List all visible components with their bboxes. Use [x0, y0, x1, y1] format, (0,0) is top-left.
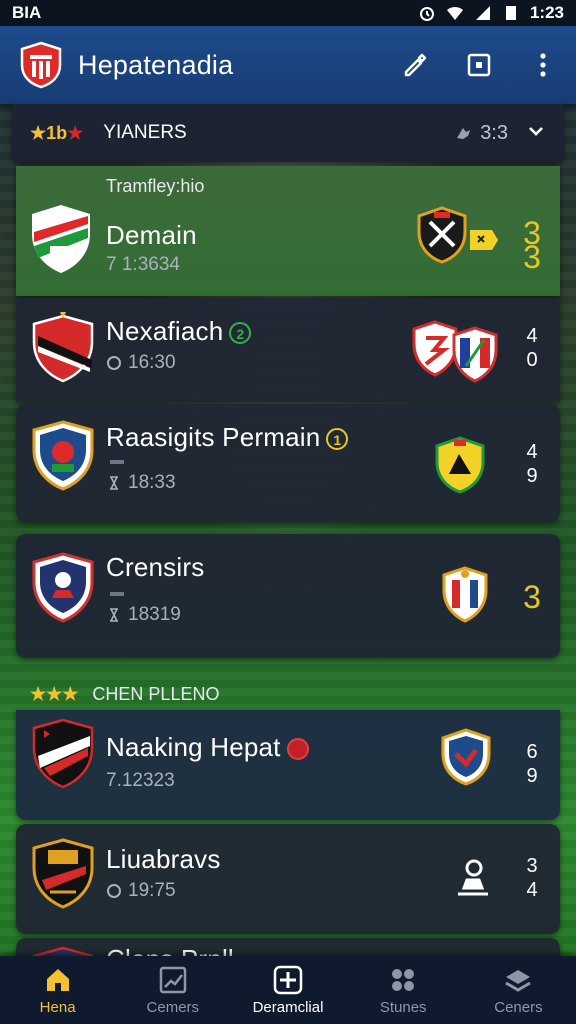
section-label: Tramfley:hio	[106, 176, 205, 196]
team-crest-icon	[32, 312, 94, 383]
trophy-icon	[458, 859, 488, 896]
wifi-icon	[446, 6, 463, 20]
grid-icon	[392, 968, 415, 991]
team-name: Demain	[106, 220, 197, 250]
status-carrier: BIA	[12, 3, 42, 22]
plus-icon	[273, 965, 303, 994]
alarm-icon	[419, 7, 434, 21]
filter-label: YIANERS	[103, 122, 187, 143]
nav-add[interactable]: Deramclial	[230, 956, 345, 1024]
match-card[interactable]: Liuabravs 19:75 3 4	[16, 824, 560, 934]
score-top: 4	[526, 325, 538, 347]
team-crest-icon	[32, 552, 94, 623]
match-card[interactable]: Tramfley:hio Demain 7 1:3634 3 3	[16, 166, 560, 296]
team-crest-icon	[32, 718, 94, 789]
filter-count: 3:3	[454, 122, 508, 145]
battery-icon	[505, 6, 516, 20]
filter-stars: ★1b★	[30, 122, 84, 143]
square-action-icon[interactable]	[464, 50, 494, 80]
team-name: Nexafiach 2	[106, 316, 252, 347]
app-title: Hepatenadia	[78, 49, 234, 80]
match-time: 18319	[106, 604, 181, 626]
team-name: Liuabravs	[106, 844, 221, 874]
nav-scores[interactable]: Stunes	[346, 956, 461, 1024]
score-bottom: 0	[526, 349, 538, 371]
match-card[interactable]: Naaking Hepat 7.12323 6 9	[16, 710, 560, 820]
more-vert-icon[interactable]	[528, 50, 558, 80]
status-bar: BIA 1:23	[0, 0, 576, 26]
team-crest-icon	[32, 838, 94, 909]
divider	[110, 592, 124, 596]
nav-stats[interactable]: Cemers	[115, 956, 230, 1024]
app-logo-shield-icon[interactable]	[18, 41, 64, 89]
clock-icon	[107, 356, 121, 370]
section-header: ★★★ CHEN PLLENO	[30, 684, 220, 704]
match-card[interactable]: Nexafiach 2 16:30 4 0	[16, 298, 560, 402]
nav-more[interactable]: Ceners	[461, 956, 576, 1024]
opponent-crest-icon	[441, 728, 491, 786]
match-time: 16:30	[106, 352, 176, 374]
divider	[110, 460, 124, 464]
score-top: 6	[526, 741, 538, 763]
opponent-crest-icon	[452, 326, 498, 383]
team-name: Naaking Hepat	[106, 732, 309, 763]
live-badge	[286, 738, 309, 761]
league-filter[interactable]: ★1b★ YIANERS 3:3	[12, 104, 564, 162]
nav-home[interactable]: Hena	[0, 956, 115, 1024]
match-time: 19:75	[106, 880, 176, 902]
team-crest-icon	[32, 420, 94, 491]
score-top: 4	[526, 441, 538, 463]
app-bar: Hepatenadia	[0, 26, 576, 104]
score-bottom: 9	[526, 765, 538, 787]
home-icon	[46, 968, 69, 991]
timer-icon	[110, 476, 118, 490]
bottom-nav: Hena Cemers Deramclial Stunes Ceners	[0, 956, 576, 1024]
chart-icon	[159, 966, 187, 993]
edit-icon[interactable]	[400, 50, 430, 80]
match-card[interactable]: Raasigits Permain 1 18:33 4 9	[16, 404, 560, 522]
status-time: 1:23	[529, 3, 564, 22]
match-card[interactable]: Crensirs 18319 3	[16, 534, 560, 658]
layers-icon	[505, 969, 532, 992]
opponent-crest-icon	[435, 436, 485, 494]
team-name: Raasigits Permain 1	[106, 422, 349, 453]
score-top: 3	[526, 855, 538, 877]
signal-icon	[475, 6, 490, 20]
chevron-down-icon[interactable]	[526, 121, 546, 146]
team-name: Crensirs	[106, 552, 205, 582]
whistle-icon	[457, 128, 471, 139]
match-time: 7 1:3634	[106, 254, 180, 275]
clock-icon	[107, 884, 121, 898]
opponent-crest-icon	[417, 206, 467, 264]
opponent-crest-icon	[442, 566, 488, 623]
team-crest-icon	[32, 205, 90, 273]
timer-icon	[110, 608, 118, 622]
flag-icon	[470, 230, 498, 250]
live-badge: 1	[326, 428, 349, 451]
match-time: 18:33	[106, 472, 176, 494]
live-badge: 2	[229, 322, 252, 345]
score-top: 3	[523, 579, 541, 615]
score-bottom: 9	[526, 465, 538, 487]
match-time: 7.12323	[106, 770, 175, 791]
score-bottom: 4	[526, 879, 538, 901]
score-bottom: 3	[523, 239, 541, 275]
